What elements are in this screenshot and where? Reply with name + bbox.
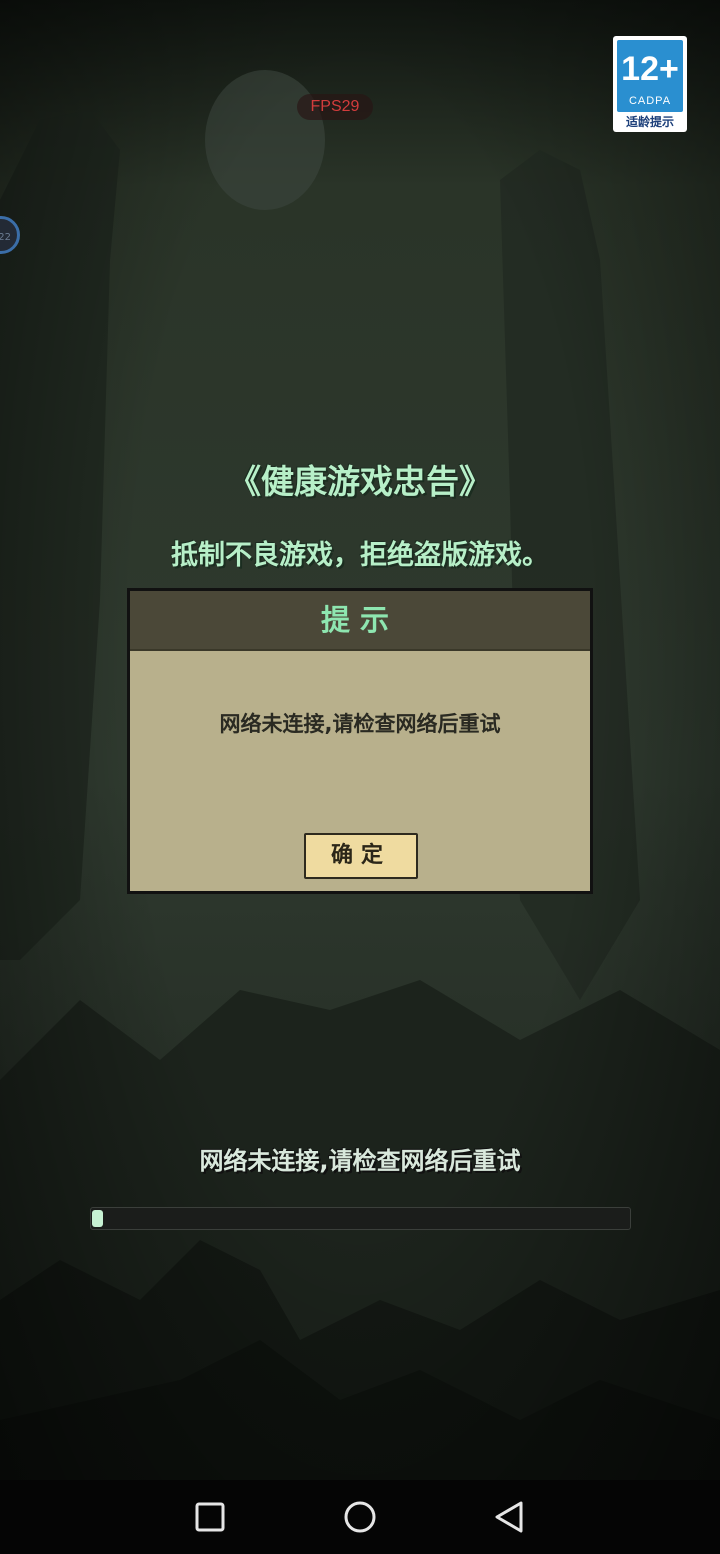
age-rating-number: 12+ — [621, 50, 679, 88]
dialog-body: 提示 网络未连接,请检查网络后重试 确定 — [130, 591, 590, 891]
health-advice-line: 抵制不良游戏，拒绝盗版游戏。 — [171, 540, 549, 571]
home-icon — [344, 1501, 376, 1533]
age-rating-caption: 适龄提示 — [625, 115, 674, 129]
loading-progress-bar — [90, 1207, 631, 1230]
system-nav-bar — [0, 1480, 720, 1554]
dialog-message: 网络未连接,请检查网络后重试 — [219, 712, 501, 736]
health-advice-title: 《健康游戏忠告》 — [228, 462, 492, 501]
fps-counter: FPS29 — [297, 94, 373, 120]
network-error-dialog: 提示 网络未连接,请检查网络后重试 确定 — [127, 588, 593, 894]
dialog-title: 提示 — [320, 603, 399, 637]
recent-apps-icon — [195, 1502, 225, 1532]
back-button[interactable] — [480, 1490, 540, 1544]
age-rating-badge: 12+ CADPA 适龄提示 — [613, 36, 687, 132]
loading-progress-fill — [92, 1210, 103, 1227]
dialog-header: 提示 — [130, 591, 590, 651]
loading-status-text: 网络未连接,请检查网络后重试 — [199, 1147, 521, 1175]
age-rating-org: CADPA — [628, 95, 672, 107]
age-rating-panel: 12+ CADPA — [617, 40, 683, 112]
home-button[interactable] — [330, 1490, 390, 1544]
confirm-button[interactable]: 确定 — [304, 833, 418, 879]
back-icon — [495, 1501, 523, 1533]
recent-apps-button[interactable] — [180, 1490, 240, 1544]
